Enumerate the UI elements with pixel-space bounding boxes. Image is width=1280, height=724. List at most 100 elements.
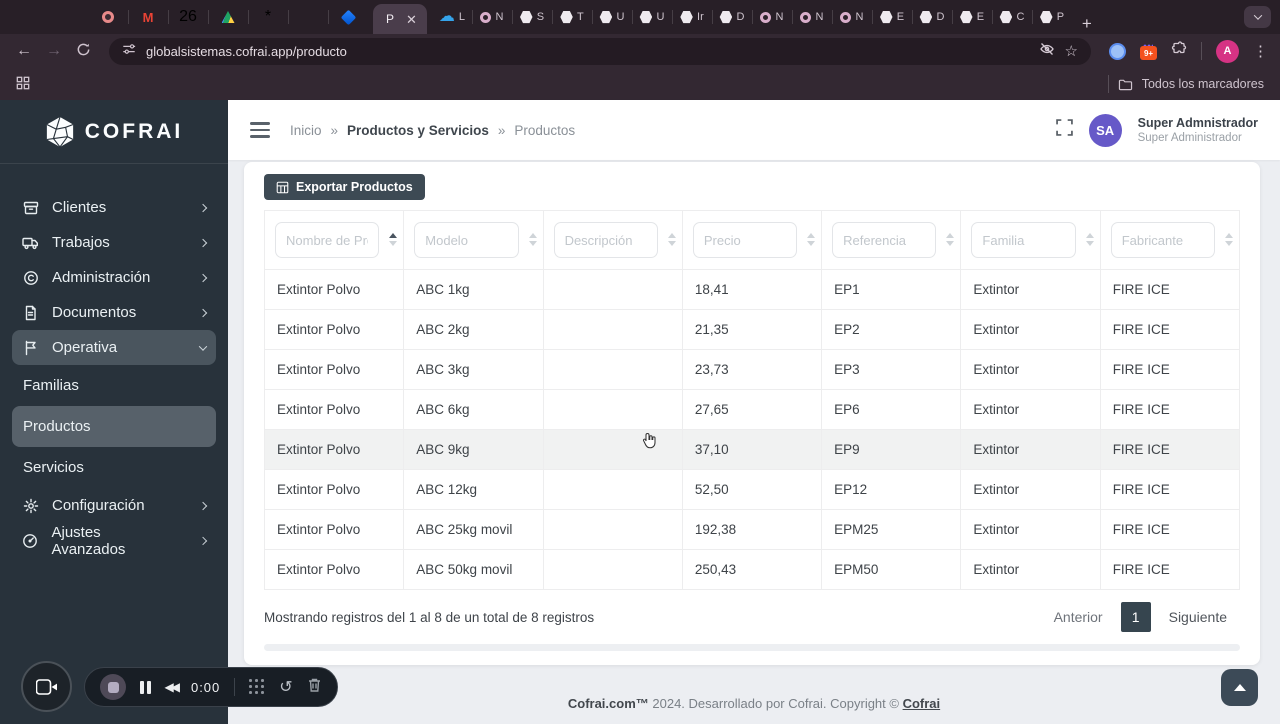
tune-icon[interactable] [122,42,136,61]
extension-icon-blue[interactable] [1109,42,1126,60]
tab-search-button[interactable] [1244,6,1271,28]
filter-input-modelo[interactable] [414,222,519,258]
pinned-tab[interactable]: D [911,0,952,34]
sort-arrows-icon[interactable] [389,233,398,246]
sidebar-item-clientes[interactable]: Clientes [12,190,216,225]
pinned-tab[interactable]: P [1031,0,1072,34]
pagination-page-1[interactable]: 1 [1120,602,1151,632]
pinned-tab[interactable]: U [591,0,632,34]
scroll-to-top-button[interactable] [1221,669,1258,706]
stop-recording-button[interactable] [100,674,126,700]
table-row[interactable]: Extintor Polvo ABC 2kg 21,35 EP2 Extintor FIR… [263,309,1241,350]
pinned-tab[interactable]: T [551,0,592,34]
filter-input-nombre-de-pro[interactable] [275,222,380,258]
url-text[interactable]: globalsistemas.cofrai.app/producto [146,44,347,59]
filter-input-precio[interactable] [692,222,798,258]
browser-profile-avatar[interactable]: A [1216,39,1239,63]
pinned-tab[interactable]: N [471,0,512,34]
sort-arrows-icon[interactable] [946,233,955,246]
pagination-next[interactable]: Siguiente [1156,603,1240,631]
fullscreen-icon[interactable] [1055,119,1073,141]
delete-recording-icon[interactable] [307,677,322,698]
restart-recording-icon[interactable]: ↺ [279,677,292,697]
new-tab-button[interactable]: + [1082,14,1092,34]
sidebar-item-operativa[interactable]: Operativa [12,330,216,365]
address-bar[interactable]: globalsistemas.cofrai.app/producto ☆ [109,37,1091,65]
sidebar-subitem-servicios[interactable]: Servicios [12,447,216,488]
pinned-tab[interactable]: * [248,0,288,34]
screen-recorder-camera-button[interactable] [21,661,72,712]
tab-close-icon[interactable]: ✕ [406,13,417,26]
pinned-tab[interactable]: E [951,0,992,34]
breadcrumb-item-productos-y-servicios[interactable]: Productos y Servicios [347,123,489,138]
user-avatar[interactable]: SA [1088,113,1122,147]
table-row[interactable]: Extintor Polvo ABC 50kg movil 250,43 EPM50 E… [263,549,1241,590]
sidebar-item-configuración[interactable]: Configuración [12,488,216,523]
table-row[interactable]: Extintor Polvo ABC 12kg 52,50 EP12 Extintor F… [263,469,1241,510]
cell-descripcion [542,469,683,510]
sort-arrows-icon[interactable] [1085,233,1094,246]
reload-icon[interactable] [76,42,91,61]
sort-arrows-icon[interactable] [807,233,816,246]
extensions-puzzle-icon[interactable] [1171,40,1187,62]
export-products-button[interactable]: Exportar Productos [264,174,425,200]
drag-handle-dots-icon[interactable] [249,679,265,695]
table-row[interactable]: Extintor Polvo ABC 1kg 18,41 EP1 Extintor FIR… [263,269,1241,310]
pinned-tab[interactable] [288,0,328,34]
table-row[interactable]: Extintor Polvo ABC 6kg 27,65 EP6 Extintor FIR… [263,389,1241,430]
pause-recording-button[interactable] [140,680,151,694]
pinned-tab[interactable]: D [711,0,752,34]
pinned-tab[interactable]: N [751,0,792,34]
sidebar-subitem-familias[interactable]: Familias [12,365,216,406]
forward-icon[interactable]: → [46,43,62,59]
cofrai-hexagon-icon [46,116,74,148]
breadcrumb-item-productos[interactable]: Productos [514,123,575,138]
breadcrumb-item-inicio[interactable]: Inicio [290,123,322,138]
sort-arrows-icon[interactable] [1225,233,1233,246]
pinned-tab[interactable]: S [511,0,552,34]
bookmarks-divider [1107,75,1109,93]
pinned-tab[interactable]: M [128,0,168,34]
pinned-tab[interactable]: N [831,0,872,34]
sort-arrows-icon[interactable] [667,233,676,246]
table-row[interactable]: Extintor Polvo ABC 3kg 23,73 EP3 Extintor FIR… [263,349,1241,390]
pinned-tab[interactable] [208,0,248,34]
eye-off-icon[interactable] [1039,41,1055,62]
pinned-tab[interactable]: N [791,0,832,34]
table-row[interactable]: Extintor Polvo ABC 25kg movil 192,38 EPM25 E… [263,509,1241,550]
pinned-tab[interactable]: 26 [168,0,208,34]
pinned-tab[interactable]: C [991,0,1032,34]
filter-input-fabricante[interactable] [1110,222,1215,258]
sidebar-item-administración[interactable]: Administración [12,260,216,295]
column-header-nombre-de-pro [263,210,405,270]
filter-input-referencia[interactable] [832,222,937,258]
filter-input-descripción[interactable] [553,222,658,258]
sidebar-item-trabajos[interactable]: Trabajos [12,225,216,260]
user-info[interactable]: Super Admnistrador Super Administrador [1138,116,1258,145]
rewind-icon[interactable]: ◀◀ [165,680,181,694]
pinned-tab[interactable] [88,0,128,34]
pinned-tab[interactable]: E [871,0,912,34]
pinned-tab[interactable]: Ir [671,0,712,34]
apps-grid-icon[interactable] [16,76,30,93]
horizontal-scrollbar[interactable] [264,644,1240,651]
pinned-tab[interactable]: U [631,0,672,34]
filter-input-familia[interactable] [971,222,1076,258]
back-icon[interactable]: ← [16,43,32,59]
hamburger-menu-icon[interactable] [250,122,270,138]
pinned-tab[interactable]: ☁ L [432,0,472,34]
extension-icon-badge[interactable]: 9+ [1140,41,1157,60]
pagination-prev[interactable]: Anterior [1041,603,1116,631]
bookmark-star-icon[interactable]: ☆ [1065,42,1078,60]
pinned-tab[interactable] [328,0,368,34]
brand-logo[interactable]: COFRAI [0,100,228,164]
sort-arrows-icon[interactable] [528,233,537,246]
footer-link[interactable]: Cofrai [903,696,941,711]
table-row[interactable]: Extintor Polvo ABC 9kg 37,10 EP9 Extintor FIR… [263,429,1241,470]
browser-menu-icon[interactable]: ⋮ [1253,42,1268,60]
active-tab[interactable]: P ✕ [373,4,427,34]
all-bookmarks[interactable]: Todos los marcadores [1107,75,1264,93]
sidebar-item-ajustes-avanzados[interactable]: Ajustes Avanzados [12,523,216,558]
sidebar-subitem-productos[interactable]: Productos [12,406,216,447]
sidebar-item-documentos[interactable]: Documentos [12,295,216,330]
